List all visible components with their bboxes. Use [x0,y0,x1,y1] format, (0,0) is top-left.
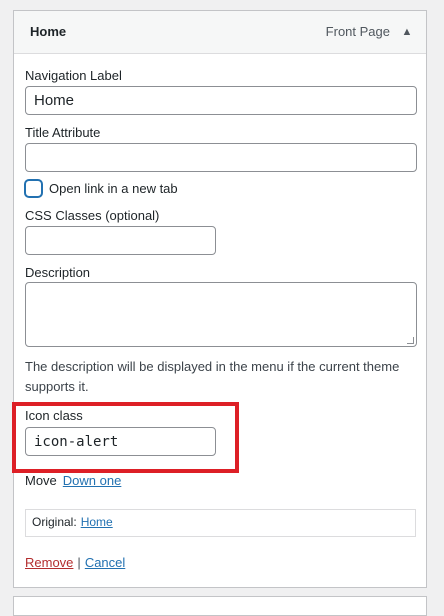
description-label: Description [25,265,91,280]
css-classes-label: CSS Classes (optional) [25,208,160,223]
menu-item-header[interactable]: Home Front Page ▲ [14,11,426,54]
navigation-label-label: Navigation Label [25,68,122,83]
original-label: Original: [32,515,77,529]
menu-item-title: Home [30,24,67,39]
open-new-tab-checkbox[interactable] [25,180,42,197]
cancel-link[interactable]: Cancel [85,555,125,570]
arrow-up-icon[interactable]: ▲ [398,23,416,41]
title-attribute-label: Title Attribute [25,125,101,140]
description-help-text: The description will be displayed in the… [25,359,400,394]
actions-separator: | [77,555,81,570]
move-row: Move Down one [25,473,121,488]
next-menu-item-panel [13,596,427,616]
resize-grip-icon[interactable] [407,337,414,344]
remove-link[interactable]: Remove [25,555,73,570]
actions-row: Remove | Cancel [25,555,125,570]
title-attribute-input[interactable] [25,143,417,172]
css-classes-input[interactable] [25,226,216,255]
menu-item-panel: Home Front Page ▲ Navigation Label Title… [12,10,427,588]
move-label: Move [25,473,57,488]
move-down-one-link[interactable]: Down one [63,473,122,488]
description-textarea[interactable] [25,282,417,347]
open-new-tab-label[interactable]: Open link in a new tab [49,181,178,196]
navigation-label-input[interactable] [25,86,417,115]
original-box: Original: Home [25,509,416,537]
icon-class-label: Icon class [25,408,83,423]
original-link[interactable]: Home [81,515,113,529]
menu-item-type: Front Page [325,24,390,39]
icon-class-input[interactable] [25,427,216,456]
